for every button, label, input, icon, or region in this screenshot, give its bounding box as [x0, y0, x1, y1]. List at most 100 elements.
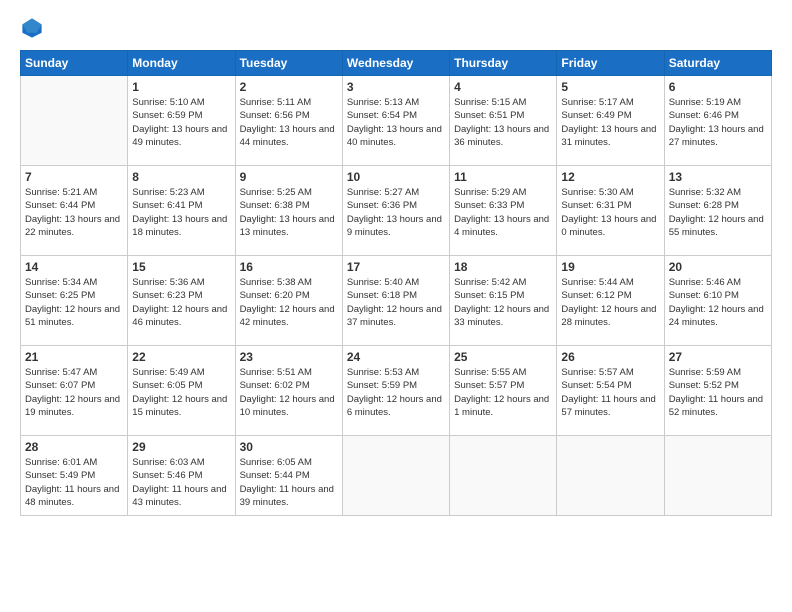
calendar-cell: 17 Sunrise: 5:40 AM Sunset: 6:18 PM Dayl… [342, 256, 449, 346]
calendar-cell: 23 Sunrise: 5:51 AM Sunset: 6:02 PM Dayl… [235, 346, 342, 436]
day-number: 10 [347, 170, 445, 184]
calendar-cell: 16 Sunrise: 5:38 AM Sunset: 6:20 PM Dayl… [235, 256, 342, 346]
day-number: 23 [240, 350, 338, 364]
day-number: 5 [561, 80, 659, 94]
day-info: Sunrise: 5:55 AM Sunset: 5:57 PM Dayligh… [454, 366, 552, 419]
calendar-cell: 15 Sunrise: 5:36 AM Sunset: 6:23 PM Dayl… [128, 256, 235, 346]
day-info: Sunrise: 5:23 AM Sunset: 6:41 PM Dayligh… [132, 186, 230, 239]
calendar-cell: 1 Sunrise: 5:10 AM Sunset: 6:59 PM Dayli… [128, 76, 235, 166]
calendar-cell: 27 Sunrise: 5:59 AM Sunset: 5:52 PM Dayl… [664, 346, 771, 436]
calendar-cell: 6 Sunrise: 5:19 AM Sunset: 6:46 PM Dayli… [664, 76, 771, 166]
weekday-header-wednesday: Wednesday [342, 51, 449, 76]
day-number: 20 [669, 260, 767, 274]
calendar-cell: 14 Sunrise: 5:34 AM Sunset: 6:25 PM Dayl… [21, 256, 128, 346]
day-number: 6 [669, 80, 767, 94]
day-info: Sunrise: 5:13 AM Sunset: 6:54 PM Dayligh… [347, 96, 445, 149]
day-info: Sunrise: 5:59 AM Sunset: 5:52 PM Dayligh… [669, 366, 767, 419]
day-number: 15 [132, 260, 230, 274]
calendar-cell: 8 Sunrise: 5:23 AM Sunset: 6:41 PM Dayli… [128, 166, 235, 256]
header [20, 16, 772, 40]
calendar-cell: 2 Sunrise: 5:11 AM Sunset: 6:56 PM Dayli… [235, 76, 342, 166]
day-number: 28 [25, 440, 123, 454]
day-info: Sunrise: 5:15 AM Sunset: 6:51 PM Dayligh… [454, 96, 552, 149]
day-info: Sunrise: 5:51 AM Sunset: 6:02 PM Dayligh… [240, 366, 338, 419]
calendar-cell [21, 76, 128, 166]
day-info: Sunrise: 5:21 AM Sunset: 6:44 PM Dayligh… [25, 186, 123, 239]
day-info: Sunrise: 5:42 AM Sunset: 6:15 PM Dayligh… [454, 276, 552, 329]
day-number: 30 [240, 440, 338, 454]
day-number: 26 [561, 350, 659, 364]
day-number: 24 [347, 350, 445, 364]
day-info: Sunrise: 5:57 AM Sunset: 5:54 PM Dayligh… [561, 366, 659, 419]
day-number: 25 [454, 350, 552, 364]
day-info: Sunrise: 5:36 AM Sunset: 6:23 PM Dayligh… [132, 276, 230, 329]
calendar-cell: 10 Sunrise: 5:27 AM Sunset: 6:36 PM Dayl… [342, 166, 449, 256]
weekday-header-tuesday: Tuesday [235, 51, 342, 76]
page: SundayMondayTuesdayWednesdayThursdayFrid… [0, 0, 792, 612]
calendar-cell: 9 Sunrise: 5:25 AM Sunset: 6:38 PM Dayli… [235, 166, 342, 256]
calendar-cell [342, 436, 449, 516]
calendar-cell: 22 Sunrise: 5:49 AM Sunset: 6:05 PM Dayl… [128, 346, 235, 436]
calendar-cell [664, 436, 771, 516]
weekday-header-thursday: Thursday [450, 51, 557, 76]
day-info: Sunrise: 5:38 AM Sunset: 6:20 PM Dayligh… [240, 276, 338, 329]
calendar-cell: 11 Sunrise: 5:29 AM Sunset: 6:33 PM Dayl… [450, 166, 557, 256]
day-number: 17 [347, 260, 445, 274]
weekday-header-saturday: Saturday [664, 51, 771, 76]
weekday-header-monday: Monday [128, 51, 235, 76]
calendar-table: SundayMondayTuesdayWednesdayThursdayFrid… [20, 50, 772, 516]
day-info: Sunrise: 5:29 AM Sunset: 6:33 PM Dayligh… [454, 186, 552, 239]
day-info: Sunrise: 6:05 AM Sunset: 5:44 PM Dayligh… [240, 456, 338, 509]
calendar-cell: 26 Sunrise: 5:57 AM Sunset: 5:54 PM Dayl… [557, 346, 664, 436]
calendar-cell: 20 Sunrise: 5:46 AM Sunset: 6:10 PM Dayl… [664, 256, 771, 346]
calendar-cell: 25 Sunrise: 5:55 AM Sunset: 5:57 PM Dayl… [450, 346, 557, 436]
day-number: 27 [669, 350, 767, 364]
day-info: Sunrise: 5:34 AM Sunset: 6:25 PM Dayligh… [25, 276, 123, 329]
day-number: 18 [454, 260, 552, 274]
day-number: 22 [132, 350, 230, 364]
day-info: Sunrise: 5:30 AM Sunset: 6:31 PM Dayligh… [561, 186, 659, 239]
day-info: Sunrise: 6:01 AM Sunset: 5:49 PM Dayligh… [25, 456, 123, 509]
calendar-cell: 18 Sunrise: 5:42 AM Sunset: 6:15 PM Dayl… [450, 256, 557, 346]
day-number: 7 [25, 170, 123, 184]
calendar-week-row: 1 Sunrise: 5:10 AM Sunset: 6:59 PM Dayli… [21, 76, 772, 166]
logo-icon [20, 16, 44, 40]
day-info: Sunrise: 5:44 AM Sunset: 6:12 PM Dayligh… [561, 276, 659, 329]
calendar-cell [557, 436, 664, 516]
weekday-header-sunday: Sunday [21, 51, 128, 76]
day-number: 16 [240, 260, 338, 274]
day-number: 12 [561, 170, 659, 184]
calendar-week-row: 14 Sunrise: 5:34 AM Sunset: 6:25 PM Dayl… [21, 256, 772, 346]
weekday-header-row: SundayMondayTuesdayWednesdayThursdayFrid… [21, 51, 772, 76]
calendar-cell: 3 Sunrise: 5:13 AM Sunset: 6:54 PM Dayli… [342, 76, 449, 166]
calendar-cell: 12 Sunrise: 5:30 AM Sunset: 6:31 PM Dayl… [557, 166, 664, 256]
calendar-week-row: 7 Sunrise: 5:21 AM Sunset: 6:44 PM Dayli… [21, 166, 772, 256]
day-number: 13 [669, 170, 767, 184]
day-info: Sunrise: 5:11 AM Sunset: 6:56 PM Dayligh… [240, 96, 338, 149]
day-info: Sunrise: 5:53 AM Sunset: 5:59 PM Dayligh… [347, 366, 445, 419]
day-info: Sunrise: 5:10 AM Sunset: 6:59 PM Dayligh… [132, 96, 230, 149]
day-number: 4 [454, 80, 552, 94]
day-info: Sunrise: 5:27 AM Sunset: 6:36 PM Dayligh… [347, 186, 445, 239]
day-info: Sunrise: 5:46 AM Sunset: 6:10 PM Dayligh… [669, 276, 767, 329]
calendar-week-row: 28 Sunrise: 6:01 AM Sunset: 5:49 PM Dayl… [21, 436, 772, 516]
day-number: 29 [132, 440, 230, 454]
weekday-header-friday: Friday [557, 51, 664, 76]
day-info: Sunrise: 5:25 AM Sunset: 6:38 PM Dayligh… [240, 186, 338, 239]
calendar-cell: 4 Sunrise: 5:15 AM Sunset: 6:51 PM Dayli… [450, 76, 557, 166]
day-number: 1 [132, 80, 230, 94]
calendar-cell [450, 436, 557, 516]
calendar-cell: 28 Sunrise: 6:01 AM Sunset: 5:49 PM Dayl… [21, 436, 128, 516]
calendar-cell: 24 Sunrise: 5:53 AM Sunset: 5:59 PM Dayl… [342, 346, 449, 436]
day-number: 19 [561, 260, 659, 274]
day-number: 8 [132, 170, 230, 184]
day-number: 9 [240, 170, 338, 184]
day-info: Sunrise: 5:19 AM Sunset: 6:46 PM Dayligh… [669, 96, 767, 149]
calendar-cell: 19 Sunrise: 5:44 AM Sunset: 6:12 PM Dayl… [557, 256, 664, 346]
calendar-cell: 30 Sunrise: 6:05 AM Sunset: 5:44 PM Dayl… [235, 436, 342, 516]
day-info: Sunrise: 5:32 AM Sunset: 6:28 PM Dayligh… [669, 186, 767, 239]
day-info: Sunrise: 6:03 AM Sunset: 5:46 PM Dayligh… [132, 456, 230, 509]
day-number: 3 [347, 80, 445, 94]
calendar-week-row: 21 Sunrise: 5:47 AM Sunset: 6:07 PM Dayl… [21, 346, 772, 436]
calendar-cell: 13 Sunrise: 5:32 AM Sunset: 6:28 PM Dayl… [664, 166, 771, 256]
